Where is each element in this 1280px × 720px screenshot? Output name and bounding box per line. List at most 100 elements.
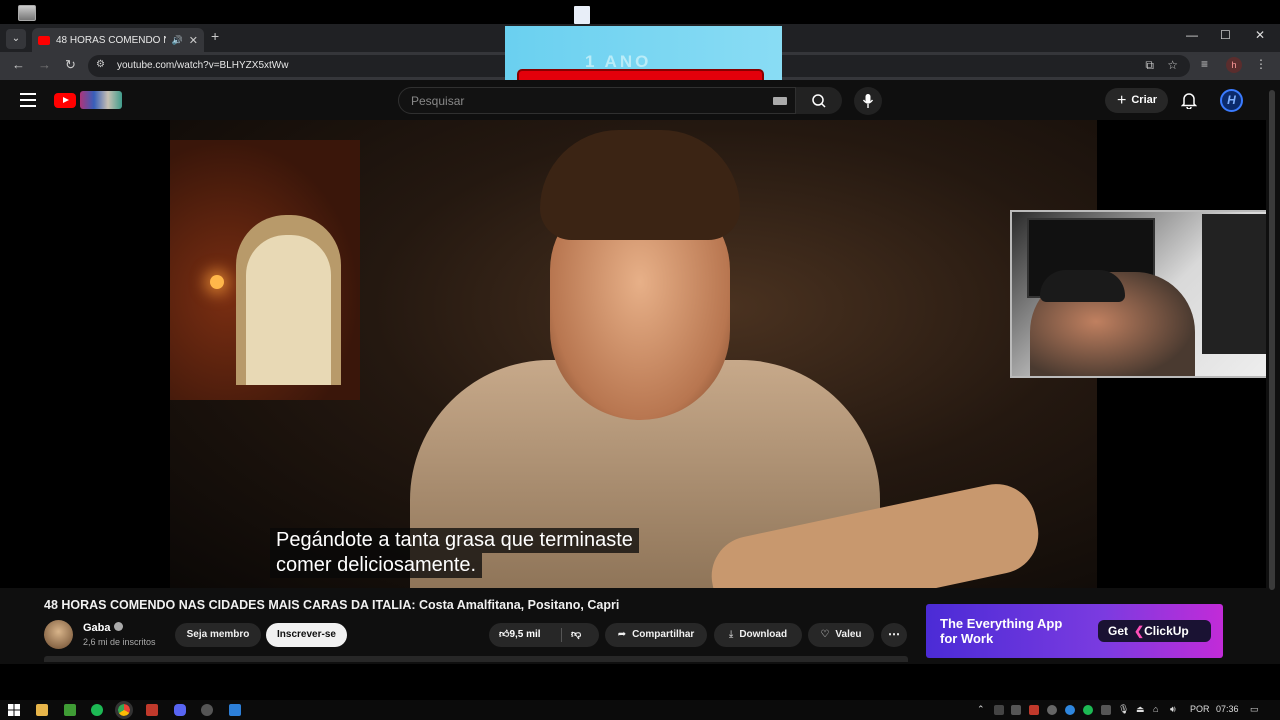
search-placeholder: Pesquisar: [411, 94, 465, 108]
video-frame: [170, 120, 1097, 588]
tray-icon-2[interactable]: [1011, 705, 1021, 715]
share-button[interactable]: ➦ Compartilhar: [605, 623, 707, 647]
page-scrollbar[interactable]: [1266, 80, 1280, 664]
microphone-icon: [862, 94, 874, 108]
address-url[interactable]: youtube.com/watch?v=BLHYZX5xtWw: [117, 60, 288, 71]
video-background-lamp: [210, 275, 224, 289]
like-button[interactable]: 👍︎9,5 mil: [499, 623, 541, 647]
notifications-bell-icon[interactable]: [1181, 91, 1197, 109]
keyboard-icon[interactable]: [773, 97, 787, 105]
channel-name[interactable]: Gaba: [83, 622, 111, 634]
browser-tab-active[interactable]: 48 HORAS COMENDO NAS CIDADES MAIS CARAS …: [32, 28, 204, 52]
tray-icon-5[interactable]: [1065, 705, 1075, 715]
thumbs-up-icon: 👍︎: [499, 629, 510, 640]
bookmark-star-icon[interactable]: ☆: [1167, 58, 1178, 72]
obs-icon[interactable]: [201, 704, 213, 716]
app-icon-green[interactable]: [64, 704, 76, 716]
file-explorer-icon[interactable]: [36, 704, 48, 716]
video-subtitles: Pegándote a tanta grasa que terminaste c…: [270, 528, 639, 578]
create-button[interactable]: + Criar: [1105, 88, 1168, 113]
video-title: 48 HORAS COMENDO NAS CIDADES MAIS CARAS …: [44, 598, 620, 612]
share-label: Compartilhar: [632, 629, 695, 640]
search-icon: [812, 94, 826, 108]
tray-icon-7[interactable]: [1101, 705, 1111, 715]
headset-tray-icon[interactable]: [994, 705, 1004, 715]
ad-line-2: for Work: [940, 631, 994, 646]
discord-icon[interactable]: [174, 704, 186, 716]
verified-check-icon: [113, 622, 123, 631]
voice-search-button[interactable]: [854, 87, 882, 115]
thanks-label: Valeu: [835, 629, 862, 640]
join-button[interactable]: Seja membro: [175, 623, 261, 647]
description-box[interactable]: [44, 656, 908, 662]
desktop-file-icon[interactable]: [574, 6, 590, 24]
windows-start-icon[interactable]: [8, 704, 20, 716]
cast-icon[interactable]: ⧉: [1145, 58, 1154, 73]
scrollbar-thumb[interactable]: [1269, 90, 1275, 590]
recycle-bin-icon[interactable]: [18, 5, 36, 21]
download-icon: ⤓: [728, 629, 734, 640]
ad-banner[interactable]: The Everything App for Work Get ❮ClickUp: [926, 604, 1223, 658]
ad-cta-brand: ClickUp: [1144, 624, 1189, 638]
windows-taskbar: ⌃ 🎙︎ ⏏ ⌂ 🔊︎ POR 07:36 ▭: [0, 700, 1280, 720]
more-actions-button[interactable]: ⋯: [881, 623, 907, 647]
thumbs-down-icon: 👎︎: [571, 629, 582, 640]
video-presenter: [410, 130, 880, 588]
tray-expand-icon[interactable]: ⌃: [977, 704, 985, 715]
search-input[interactable]: Pesquisar: [398, 87, 796, 114]
search-button[interactable]: [796, 87, 842, 114]
youtube-doodle[interactable]: [80, 91, 122, 109]
tray-icon-4[interactable]: [1047, 705, 1057, 715]
app-icon-blue[interactable]: [229, 704, 241, 716]
tray-icon-3[interactable]: [1029, 705, 1039, 715]
minimize-button[interactable]: —: [1186, 28, 1198, 42]
spotify-icon[interactable]: [91, 704, 103, 716]
app-icon-red[interactable]: [146, 704, 158, 716]
tab-close-icon[interactable]: ✕: [189, 34, 198, 47]
tab-audio-icon[interactable]: 🔊: [172, 35, 183, 46]
clock-time[interactable]: 07:36: [1216, 704, 1239, 714]
ad-cta-prefix: Get: [1108, 624, 1129, 638]
browser-profile-avatar[interactable]: h: [1226, 57, 1242, 73]
language-indicator[interactable]: POR: [1190, 704, 1210, 714]
ad-headline: The Everything App for Work: [940, 616, 1062, 646]
ad-line-1: The Everything App: [940, 616, 1063, 631]
download-label: Download: [739, 629, 788, 640]
maximize-button[interactable]: ☐: [1220, 28, 1231, 42]
youtube-favicon-icon: [38, 35, 50, 45]
clickup-logo-icon: ❮: [1134, 624, 1145, 638]
hamburger-menu-icon[interactable]: [20, 93, 36, 111]
download-button[interactable]: ⤓ Download: [714, 623, 802, 647]
page-bottom-band: [0, 664, 1280, 700]
channel-subscribers: 2,6 mi de inscritos: [83, 637, 156, 647]
forward-arrow-icon[interactable]: →: [38, 57, 51, 72]
youtube-header: Pesquisar + Criar H: [0, 80, 1266, 120]
subtitle-line-1: Pegándote a tanta grasa que terminaste: [270, 528, 639, 553]
tab-search-button[interactable]: ⌄: [6, 29, 26, 49]
site-info-icon[interactable]: ⚙: [96, 59, 105, 70]
close-window-button[interactable]: ✕: [1255, 28, 1265, 42]
microphone-tray-icon[interactable]: 🎙︎: [1118, 704, 1129, 715]
ad-cta-button[interactable]: Get ❮ClickUp: [1098, 620, 1211, 642]
youtube-logo-icon[interactable]: [54, 93, 76, 108]
desktop-strip: [0, 0, 1280, 24]
channel-avatar[interactable]: [44, 620, 73, 649]
volume-icon[interactable]: 🔊︎: [1170, 704, 1176, 715]
channel-name-row[interactable]: Gaba: [83, 622, 123, 634]
dislike-button[interactable]: 👎︎: [571, 623, 581, 647]
notifications-center-icon[interactable]: ▭: [1250, 704, 1259, 715]
share-arrow-icon: ➦: [617, 629, 627, 640]
chrome-menu-icon[interactable]: ⋮: [1255, 57, 1267, 71]
super-thanks-icon: ♡: [820, 629, 830, 640]
network-icon[interactable]: ⌂: [1153, 704, 1158, 714]
subscribe-button[interactable]: Inscrever-se: [266, 623, 347, 647]
back-arrow-icon[interactable]: ←: [12, 57, 25, 72]
user-avatar[interactable]: H: [1220, 89, 1243, 112]
media-control-icon[interactable]: ≡: [1201, 57, 1208, 71]
thanks-button[interactable]: ♡ Valeu: [808, 623, 874, 647]
usb-tray-icon[interactable]: ⏏: [1136, 704, 1145, 715]
new-tab-button[interactable]: +: [211, 28, 219, 44]
spotify-tray-icon[interactable]: [1083, 705, 1093, 715]
chrome-icon[interactable]: [115, 701, 133, 719]
reload-icon[interactable]: ↻: [65, 57, 76, 73]
